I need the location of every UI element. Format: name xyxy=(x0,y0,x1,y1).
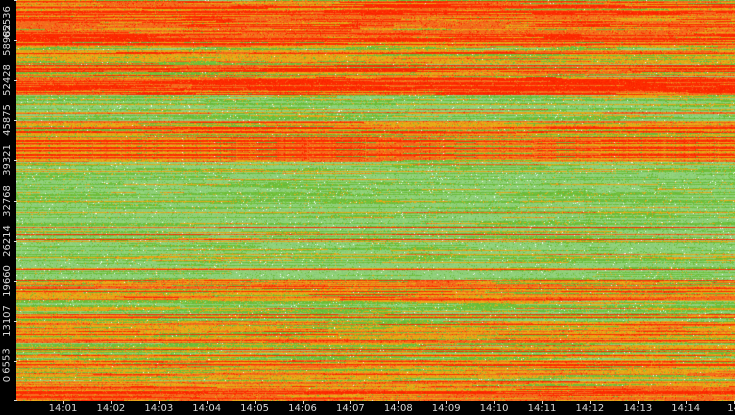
x-tick-label: 14:02 xyxy=(96,403,126,414)
y-tick xyxy=(14,201,17,202)
y-tick xyxy=(14,120,17,121)
y-tick-label: 26214 xyxy=(2,224,13,257)
x-tick-label: 14:06 xyxy=(288,403,317,414)
heatmap-canvas[interactable] xyxy=(16,0,735,401)
x-tick-label: 14:08 xyxy=(383,403,413,414)
x-tick-label: 14:04 xyxy=(192,403,222,414)
y-tick-label: 19660 xyxy=(2,264,13,297)
y-tick-label: 52428 xyxy=(2,64,13,97)
y-tick-label: 58982 xyxy=(2,24,13,56)
y-tick-label: 32768 xyxy=(2,184,13,217)
y-tick xyxy=(14,241,17,242)
y-tick xyxy=(14,0,17,1)
y-tick-label: 45875 xyxy=(2,104,13,137)
heatmap-area[interactable] xyxy=(16,0,735,401)
x-tick-label: 14:07 xyxy=(335,403,365,414)
x-tick-label: 14:14 xyxy=(671,403,701,414)
y-tick xyxy=(14,80,17,81)
x-tick-label: 14:13 xyxy=(623,403,653,414)
x-tick-label: 14:09 xyxy=(431,403,461,414)
x-axis: 14:01 14:02 14:03 14:04 14:05 14:06 14:07 14:08… xyxy=(16,401,735,415)
y-axis: 65536 58982 52428 45875 39321 32768 26214 19660… xyxy=(0,0,17,401)
y-tick-label: 0 xyxy=(2,375,13,383)
x-tick-label: 14:12 xyxy=(575,403,605,414)
x-tick-label: 14:01 xyxy=(48,403,78,414)
x-tick-label: 14:05 xyxy=(240,403,270,414)
y-tick xyxy=(14,281,17,282)
y-tick xyxy=(14,160,17,161)
x-tick-label: 14 xyxy=(727,403,735,414)
x-tick-label: 14:10 xyxy=(479,403,509,414)
y-tick xyxy=(14,40,17,41)
x-tick-label: 14:03 xyxy=(144,403,174,414)
x-tick-label: 14:11 xyxy=(527,403,557,414)
y-tick xyxy=(14,321,17,322)
y-tick-label: 39321 xyxy=(2,144,13,177)
y-tick-label: 13107 xyxy=(2,304,13,337)
